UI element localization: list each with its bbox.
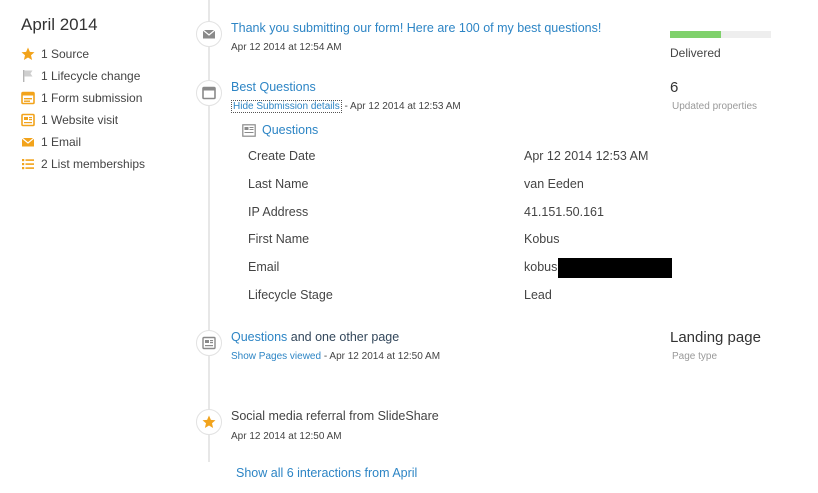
field-key: Lifecycle Stage — [248, 287, 333, 302]
flag-icon — [23, 70, 33, 82]
redaction-bar — [558, 258, 672, 279]
page-icon — [21, 113, 35, 127]
field-value: kobus — [524, 260, 558, 275]
page-type-value: Landing page — [670, 329, 761, 346]
field-value: van Eeden — [524, 176, 584, 191]
star-icon — [202, 415, 216, 428]
field-row: First Name Kobus — [248, 232, 688, 260]
email-title-link[interactable]: Thank you submitting our form! Here are … — [231, 21, 601, 35]
form-icon — [242, 124, 256, 137]
timeline-node-source — [196, 409, 222, 435]
visit-subline: Show Pages viewed - Apr 12 2014 at 12:50… — [231, 351, 440, 362]
page-type-label: Page type — [672, 351, 718, 362]
updated-properties-label: Updated properties — [672, 101, 758, 112]
timeline-node-visit — [196, 330, 222, 356]
timeline-node-form — [196, 80, 222, 106]
summary-item-lifecycle: 1 Lifecycle change — [21, 68, 191, 90]
star-icon — [21, 47, 35, 60]
field-row: Email kobus — [248, 258, 688, 288]
email-timestamp: Apr 12 2014 at 12:54 AM — [231, 42, 342, 53]
summary-item-label: 1 Lifecycle change — [41, 69, 141, 83]
summary-item-label: 1 Email — [41, 135, 82, 149]
delivery-progress-fill — [670, 31, 721, 38]
activity-summary: April 2014 1 Source 1 Lifecycle change 1… — [21, 15, 191, 178]
show-pages-viewed-link[interactable]: Show Pages viewed — [231, 351, 321, 362]
field-key: Last Name — [248, 176, 309, 191]
summary-item-label: 1 Website visit — [41, 113, 119, 127]
delivery-progress-bar — [670, 31, 771, 38]
field-row: Last Name van Eeden — [248, 177, 688, 205]
submission-fields: Create Date Apr 12 2014 12:53 AM Last Na… — [248, 149, 688, 316]
visit-page-link[interactable]: Questions — [231, 330, 287, 344]
list-icon — [22, 159, 34, 170]
summary-item-label: 2 List memberships — [41, 157, 146, 171]
form-timestamp: - Apr 12 2014 at 12:53 AM — [341, 101, 461, 112]
email-icon — [21, 137, 35, 147]
summary-item-label: 1 Form submission — [41, 91, 143, 105]
timeline-line — [208, 0, 210, 462]
summary-item-lists: 2 List memberships — [21, 156, 191, 178]
summary-item-email: 1 Email — [21, 134, 191, 156]
field-row: Create Date Apr 12 2014 12:53 AM — [248, 149, 688, 177]
source-title: Social media referral from SlideShare — [231, 409, 439, 423]
summary-item-form: 1 Form submission — [21, 90, 191, 112]
field-row: Lifecycle Stage Lead — [248, 288, 688, 316]
field-value: Kobus — [524, 232, 560, 247]
email-icon — [202, 29, 216, 39]
summary-item-label: 1 Source — [41, 47, 90, 61]
form-subline: Hide Submission details - Apr 12 2014 at… — [231, 100, 461, 113]
field-value: Lead — [524, 287, 552, 302]
visit-title-rest: and one other page — [287, 330, 400, 344]
field-row: IP Address 41.151.50.161 — [248, 205, 688, 233]
source-timestamp: Apr 12 2014 at 12:50 AM — [231, 431, 342, 442]
page-icon — [202, 336, 216, 350]
form-name-link[interactable]: Questions — [262, 123, 318, 137]
timeline-node-email — [196, 21, 222, 47]
show-all-interactions-link[interactable]: Show all 6 interactions from April — [236, 466, 417, 480]
visit-title: Questions and one other page — [231, 330, 399, 344]
form-title-link[interactable]: Best Questions — [231, 80, 316, 94]
hide-submission-details-link[interactable]: Hide Submission details — [231, 100, 342, 113]
delivery-status: Delivered — [670, 46, 721, 60]
field-key: IP Address — [248, 204, 309, 219]
form-icon — [202, 86, 216, 100]
field-key: First Name — [248, 232, 310, 247]
field-key: Create Date — [248, 149, 316, 163]
field-value: Apr 12 2014 12:53 AM — [524, 149, 649, 163]
form-icon — [21, 91, 35, 105]
visit-timestamp: - Apr 12 2014 at 12:50 AM — [321, 351, 441, 362]
field-value: 41.151.50.161 — [524, 204, 604, 219]
month-heading: April 2014 — [21, 15, 98, 34]
summary-item-visit: 1 Website visit — [21, 112, 191, 134]
updated-properties-count: 6 — [670, 79, 679, 96]
summary-item-source: 1 Source — [21, 46, 191, 68]
field-key: Email — [248, 260, 280, 275]
